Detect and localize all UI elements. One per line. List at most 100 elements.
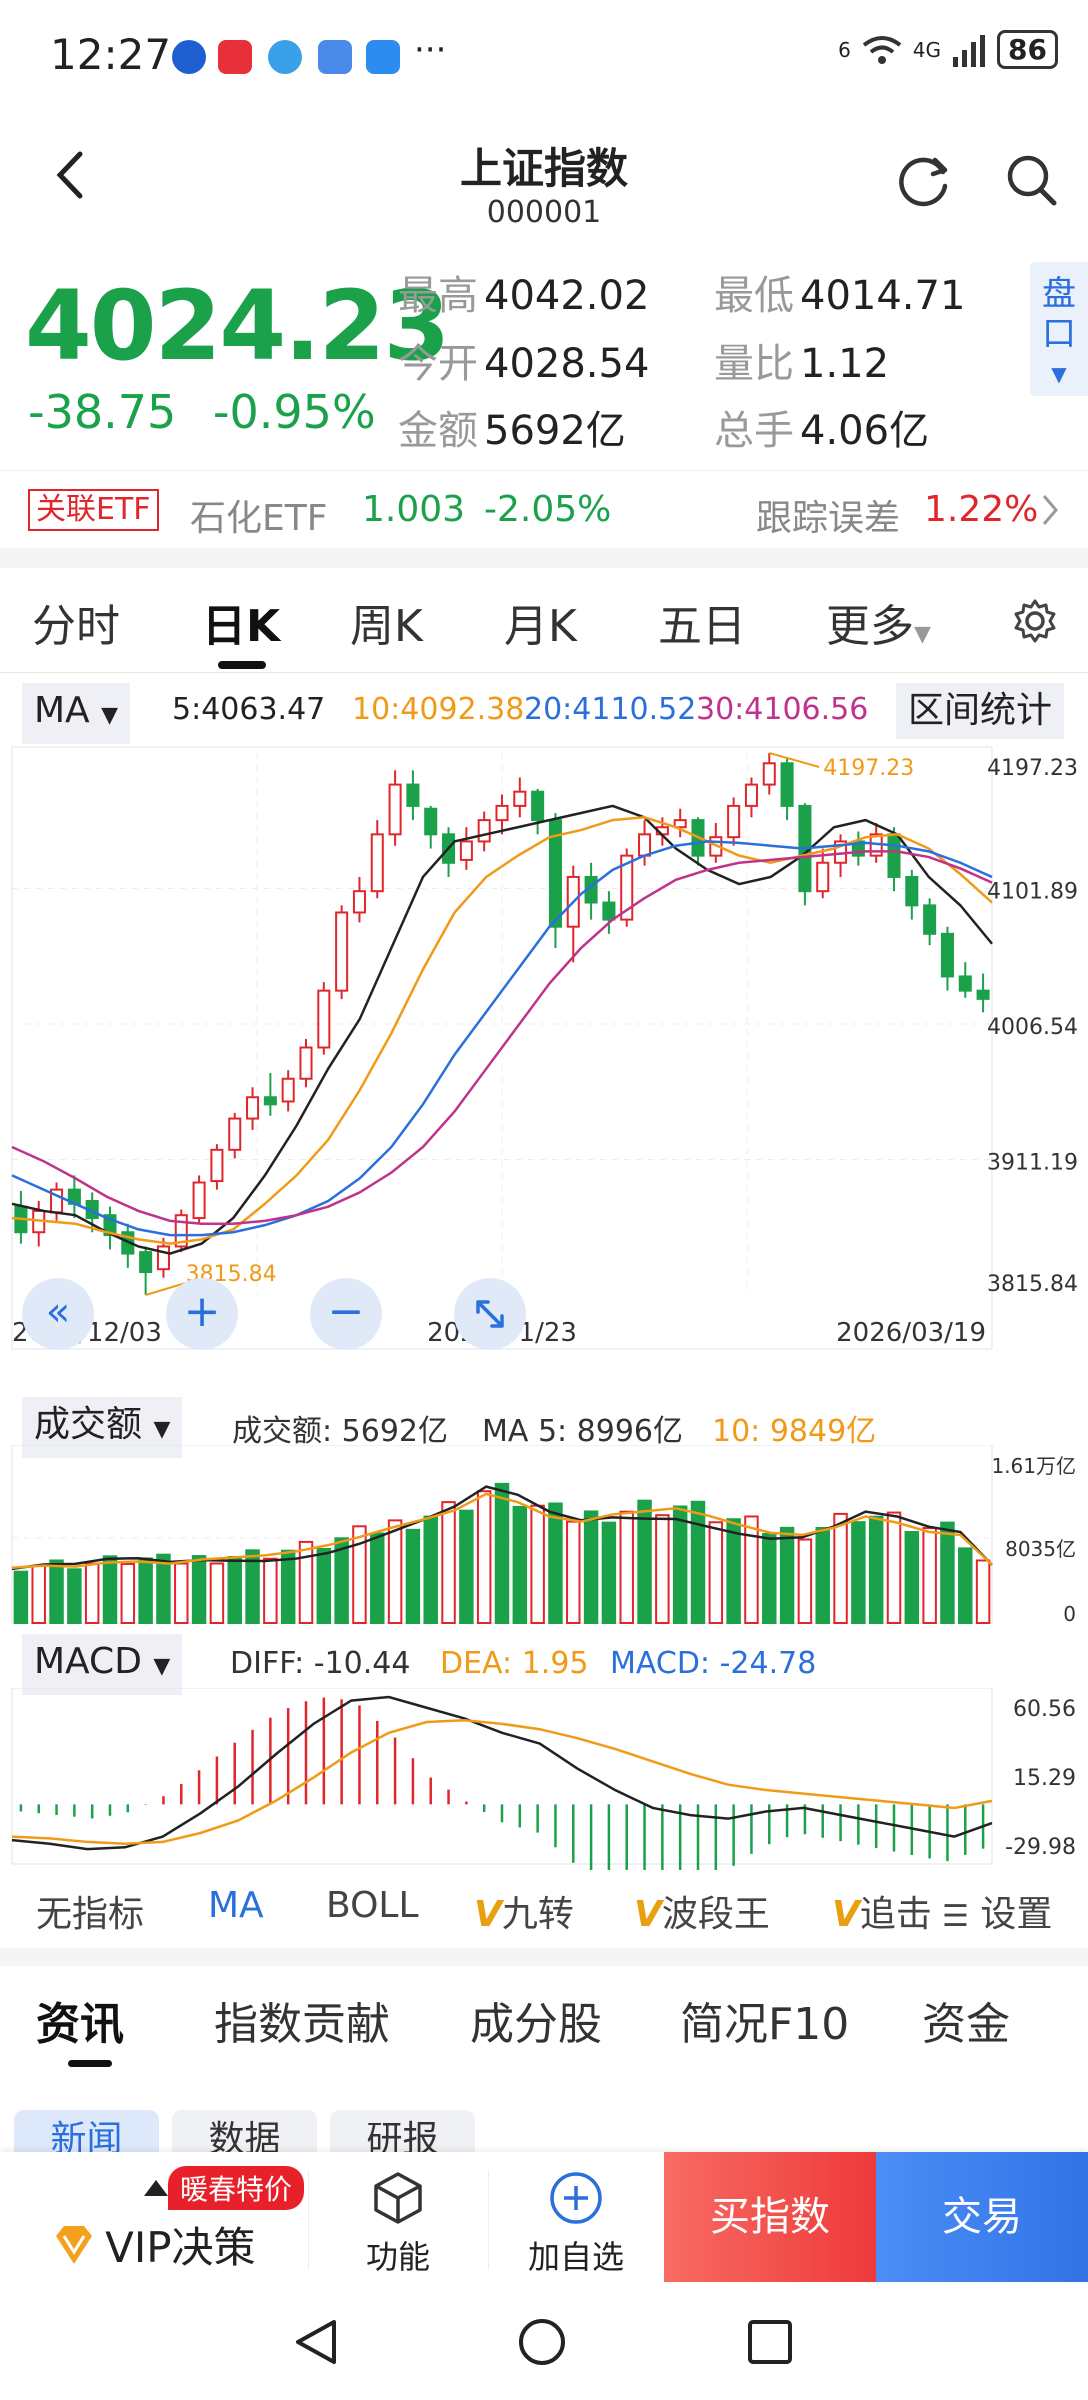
tab-more[interactable]: 更多▼	[826, 590, 931, 654]
trade-button[interactable]: 交易	[876, 2152, 1088, 2282]
divider	[0, 672, 1088, 673]
indicator-boll[interactable]: BOLL	[326, 1885, 419, 1926]
gear-icon[interactable]	[1010, 596, 1060, 646]
indicator-zhuiji[interactable]: V追击	[832, 1885, 942, 1937]
tab-weekly-k[interactable]: 周K	[350, 590, 423, 654]
more-notifications-icon: ···	[414, 30, 447, 70]
indicator-boduanwang[interactable]: V波段王	[634, 1885, 770, 1937]
scroll-left-button[interactable]: «	[22, 1278, 94, 1350]
back-nav-icon[interactable]	[290, 2316, 342, 2368]
y-axis-label: 1.61万亿	[991, 1454, 1076, 1478]
diff-line	[11, 1695, 993, 1851]
macd-value: MACD: -24.78	[610, 1646, 817, 1681]
range-stat-button[interactable]: 区间统计	[896, 683, 1065, 739]
candle-body	[156, 1245, 170, 1271]
ma-selector[interactable]: MA ▼	[22, 683, 131, 744]
candle-body	[263, 1096, 277, 1106]
tab-index-contribution[interactable]: 指数贡献	[214, 1988, 390, 2052]
volume-bar	[423, 1515, 438, 1624]
candle-body	[816, 861, 830, 893]
ma30-value: 30:4106.56	[696, 692, 869, 727]
related-etf-row[interactable]: 关联ETF 石化ETF 1.003 -2.05% 跟踪误差 1.22%	[0, 470, 1088, 548]
stat-amount: 金额 5692亿	[398, 408, 626, 454]
candle-body	[317, 989, 331, 1049]
tab-f10[interactable]: 简况F10	[680, 1988, 849, 2052]
volume-bar	[762, 1533, 777, 1624]
ma20-value: 20:4110.52	[524, 692, 697, 727]
tab-intraday[interactable]: 分时	[32, 590, 120, 654]
search-app-icon	[366, 40, 400, 74]
tab-monthly-k[interactable]: 月K	[504, 590, 577, 654]
indicator-settings-button[interactable]: ☰ 设置	[936, 1885, 1053, 1937]
vip-button[interactable]: VIP决策	[48, 2214, 256, 2275]
volume-bar	[672, 1505, 688, 1625]
stat-high: 最高 4042.02	[398, 273, 650, 319]
stat-volume-ratio: 量比 1.12	[714, 341, 890, 387]
candle-body	[940, 932, 954, 978]
current-price: 4024.23	[25, 270, 450, 382]
macd-chart: 60.56 15.29 -29.98	[11, 1688, 1076, 1870]
volume-bar	[209, 1562, 225, 1624]
pankou-button[interactable]: 盘口 ▼	[1030, 262, 1088, 396]
max-annotation-line	[769, 752, 820, 768]
max-annotation: 4197.23	[823, 756, 914, 781]
tab-daily-k[interactable]: 日K	[202, 590, 280, 654]
add-watchlist-button[interactable]: 加自选	[520, 2168, 632, 2278]
section-divider	[0, 1948, 1088, 1966]
indicator-ma[interactable]: MA	[208, 1885, 264, 1926]
function-button[interactable]: 功能	[358, 2168, 438, 2278]
zoom-out-button[interactable]: −	[310, 1278, 382, 1350]
candlestick-chart[interactable]: 4197.234101.894006.543911.193815.842025/…	[0, 745, 1088, 1395]
volume-bar	[49, 1559, 64, 1624]
volume-bar	[352, 1525, 367, 1624]
ma10-value: 10:4092.38	[352, 692, 525, 727]
volume-bar	[138, 1557, 153, 1624]
recents-nav-icon[interactable]	[744, 2316, 796, 2368]
candle-body	[299, 1046, 313, 1080]
signal-label: 4G	[912, 37, 942, 62]
candle-body	[370, 833, 384, 893]
caret-down-icon: ▼	[1051, 362, 1067, 386]
y-axis-label: 0	[1063, 1602, 1076, 1626]
fullscreen-button[interactable]	[454, 1278, 526, 1350]
home-nav-icon[interactable]	[516, 2316, 568, 2368]
volume-bar	[102, 1555, 118, 1624]
indicator-none[interactable]: 无指标	[36, 1885, 144, 1937]
buy-index-button[interactable]: 买指数	[664, 2152, 876, 2282]
refresh-icon[interactable]	[895, 150, 955, 210]
candle-body	[281, 1077, 295, 1103]
tab-five-day[interactable]: 五日	[658, 590, 746, 654]
section-divider	[0, 548, 1088, 568]
caret-down-icon: ▼	[153, 1654, 171, 1679]
caret-down-icon: ▼	[914, 622, 931, 647]
candle-body	[495, 804, 509, 822]
y-axis-label: 4197.23	[987, 756, 1078, 781]
divider	[308, 2170, 309, 2270]
tab-constituents[interactable]: 成分股	[470, 1988, 602, 2052]
volume-ma10: 10: 9849亿	[712, 1414, 877, 1449]
zoom-in-button[interactable]: +	[166, 1278, 238, 1350]
y-axis-label: 4006.54	[987, 1015, 1078, 1040]
indicator-jiuzhuan[interactable]: V九转	[474, 1885, 574, 1937]
tab-news[interactable]: 资讯	[36, 1988, 124, 2052]
add-watch-label: 加自选	[527, 2238, 624, 2276]
candle-body	[459, 840, 473, 861]
y-axis-label: 8035亿	[1005, 1537, 1076, 1561]
volume-bar	[922, 1527, 937, 1624]
volume-bar	[298, 1540, 314, 1624]
volume-bar	[316, 1548, 332, 1624]
sliders-icon: ☰	[942, 1899, 969, 1934]
tab-capital[interactable]: 资金	[922, 1988, 1010, 2052]
macd-selector[interactable]: MACD ▼	[22, 1634, 183, 1695]
candle-body	[744, 783, 758, 807]
volume-bar	[851, 1521, 866, 1624]
volume-bar	[619, 1510, 634, 1624]
caret-down-icon: ▼	[101, 703, 119, 728]
volume-amount: 成交额: 5692亿	[232, 1414, 448, 1449]
diamond-icon	[56, 2225, 92, 2264]
volume-bar	[370, 1532, 385, 1624]
etf-name: 石化ETF	[190, 498, 328, 539]
search-icon[interactable]	[1002, 150, 1062, 210]
candle-body	[905, 875, 919, 907]
promo-badge: 暖春特价	[168, 2166, 305, 2210]
